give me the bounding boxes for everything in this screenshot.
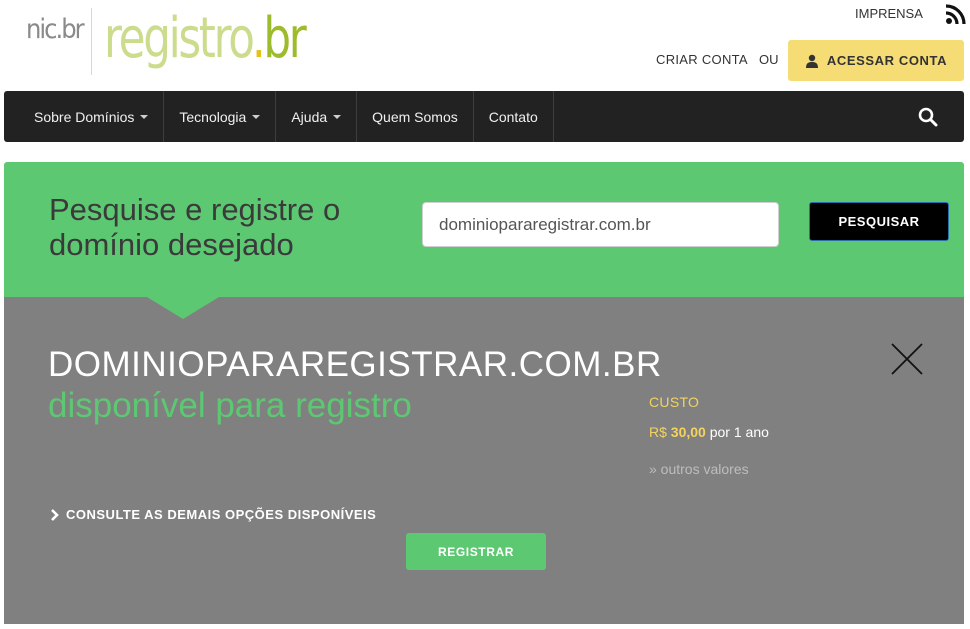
imprensa-link[interactable]: IMPRENSA bbox=[855, 6, 923, 21]
close-icon[interactable] bbox=[890, 342, 924, 376]
price: R$ 30,00 por 1 ano bbox=[649, 424, 769, 440]
logo-br-text: br bbox=[263, 6, 306, 71]
nav-label: Ajuda bbox=[291, 108, 328, 125]
caret-down-icon bbox=[252, 114, 261, 119]
price-currency: R$ bbox=[649, 424, 667, 440]
availability-status: disponível para registro bbox=[48, 386, 412, 425]
result-domain: DOMINIOPARAREGISTRAR.COM.BR bbox=[48, 345, 662, 384]
acessar-conta-button[interactable]: ACESSAR CONTA bbox=[788, 40, 964, 81]
logo-registro-text: registro bbox=[104, 6, 254, 71]
search-band: Pesquise e registre o domínio desejado P… bbox=[4, 162, 964, 297]
consulte-opcoes-link[interactable]: CONSULTE AS DEMAIS OPÇÕES DISPONÍVEIS bbox=[50, 507, 376, 522]
acessar-conta-label: ACESSAR CONTA bbox=[826, 53, 948, 68]
nav-ajuda[interactable]: Ajuda bbox=[276, 91, 358, 142]
caret-down-icon bbox=[333, 114, 342, 119]
nav-label: Sobre Domínios bbox=[34, 108, 135, 125]
nav-label: Contato bbox=[488, 108, 538, 125]
main-navbar: Sobre Domínios Tecnologia Ajuda Quem Som… bbox=[4, 91, 964, 142]
search-headline: Pesquise e registre o domínio desejado bbox=[49, 192, 341, 262]
search-icon[interactable] bbox=[918, 107, 938, 127]
nav-contato[interactable]: Contato bbox=[474, 91, 554, 142]
custo-label: CUSTO bbox=[649, 394, 700, 410]
result-panel: DOMINIOPARAREGISTRAR.COM.BR disponível p… bbox=[4, 297, 964, 624]
domain-search-input[interactable] bbox=[422, 202, 779, 247]
chevron-right-icon bbox=[51, 508, 59, 521]
pesquisar-button[interactable]: PESQUISAR bbox=[809, 202, 949, 241]
caret-down-icon bbox=[140, 114, 149, 119]
price-amount: 30,00 bbox=[670, 424, 706, 440]
user-icon bbox=[805, 54, 818, 68]
nav-label: Tecnologia bbox=[179, 108, 247, 125]
price-period: por 1 ano bbox=[709, 424, 769, 440]
nav-sobre-dominios[interactable]: Sobre Domínios bbox=[4, 91, 165, 142]
logo-divider bbox=[91, 8, 92, 75]
consulte-label: CONSULTE AS DEMAIS OPÇÕES DISPONÍVEIS bbox=[66, 507, 377, 522]
outros-valores-link[interactable]: » outros valores bbox=[649, 461, 749, 477]
panel-pointer bbox=[147, 297, 219, 319]
registro-br-logo[interactable]: registro.br bbox=[104, 4, 307, 74]
registrar-button[interactable]: REGISTRAR bbox=[406, 533, 546, 570]
logo-dot: . bbox=[251, 6, 266, 71]
ou-label: OU bbox=[759, 52, 779, 67]
criar-conta-link[interactable]: CRIAR CONTA bbox=[656, 52, 748, 67]
nav-quem-somos[interactable]: Quem Somos bbox=[357, 91, 474, 142]
nic-br-logo[interactable]: nic.br bbox=[26, 14, 85, 45]
nav-tecnologia[interactable]: Tecnologia bbox=[164, 91, 277, 142]
nav-label: Quem Somos bbox=[372, 108, 458, 125]
rss-icon[interactable] bbox=[945, 3, 967, 25]
